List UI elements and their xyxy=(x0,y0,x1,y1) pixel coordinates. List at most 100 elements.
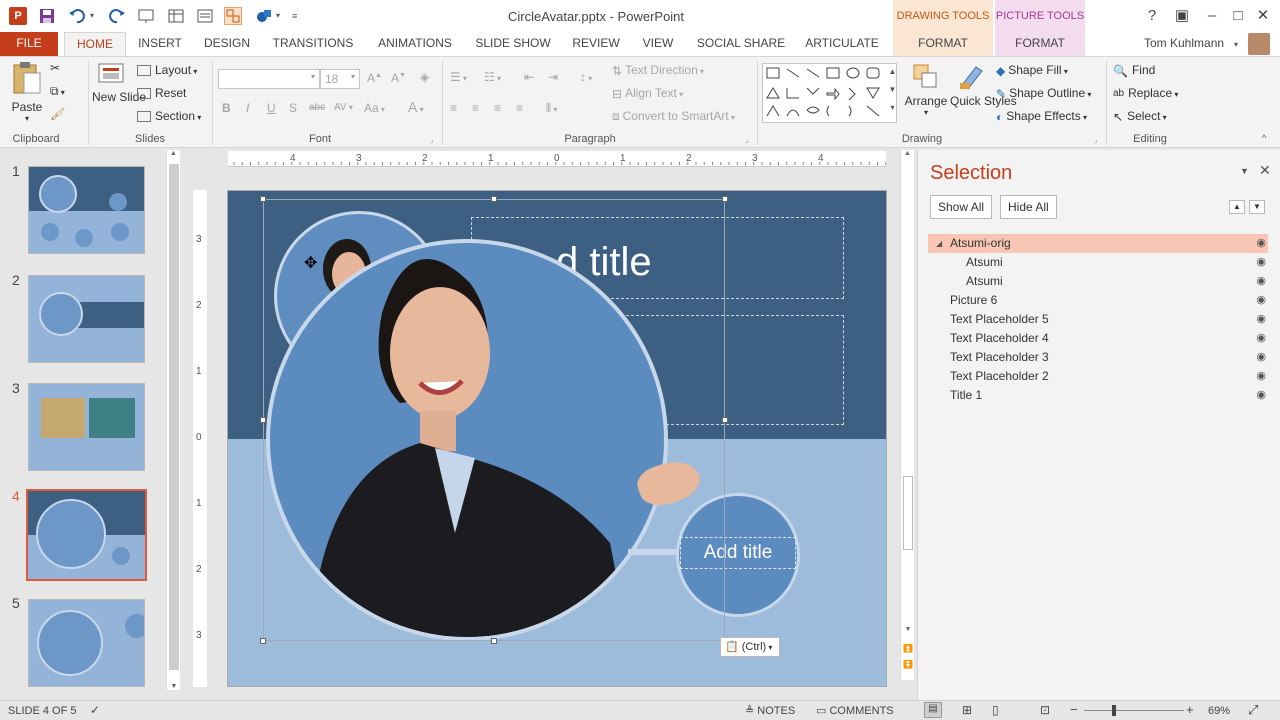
fit-to-window-icon[interactable]: ⤢ xyxy=(1248,702,1258,718)
new-slide-button[interactable]: New Slide xyxy=(92,61,146,104)
align-text-button[interactable]: ⊟ Align Text ▾ xyxy=(612,86,683,101)
grow-font-button[interactable]: A▲ xyxy=(367,71,382,85)
shape-outline-button[interactable]: ✎ Shape Outline ▾ xyxy=(996,86,1091,101)
visibility-eye-icon[interactable]: ◉ xyxy=(1256,386,1266,405)
resize-handle[interactable] xyxy=(722,417,728,423)
thumbnail-scrollbar[interactable]: ▲ ▼ xyxy=(166,150,180,690)
replace-button[interactable]: ab Replace ▾ xyxy=(1113,86,1178,100)
selection-item[interactable]: Text Placeholder 2 ◉ xyxy=(928,367,1268,386)
shapes-gallery[interactable] xyxy=(762,63,897,123)
selection-item[interactable]: Title 1 ◉ xyxy=(928,386,1268,405)
convert-smartart-button[interactable]: ⧈ Convert to SmartArt ▾ xyxy=(612,109,735,124)
select-button[interactable]: ↖ Select ▾ xyxy=(1113,109,1167,124)
font-size-combo[interactable]: 18 ▾ xyxy=(320,69,360,89)
selection-item[interactable]: Picture 6 ◉ xyxy=(928,291,1268,310)
next-slide-icon[interactable]: ⏬ xyxy=(901,660,915,669)
tab-file[interactable]: FILE xyxy=(0,32,58,56)
shape-fill-button[interactable]: ◆ Shape Fill ▾ xyxy=(996,63,1068,78)
section-button[interactable]: Section ▾ xyxy=(137,109,201,123)
user-name[interactable]: Tom Kuhlmann xyxy=(1144,36,1224,50)
vertical-ruler[interactable]: 3 2 1 0 1 2 3 xyxy=(193,190,207,687)
selection-item[interactable]: Text Placeholder 5 ◉ xyxy=(928,310,1268,329)
selection-item[interactable]: Text Placeholder 4 ◉ xyxy=(928,329,1268,348)
reading-view-icon[interactable]: ▯ xyxy=(992,703,999,717)
pane-options-icon[interactable]: ▼ xyxy=(1240,166,1249,176)
arrange-button[interactable]: Arrange ▾ xyxy=(904,63,948,117)
collapse-ribbon-icon[interactable]: ^ xyxy=(1262,133,1266,143)
resize-handle[interactable] xyxy=(260,638,266,644)
visibility-eye-icon[interactable]: ◉ xyxy=(1256,348,1266,367)
decrease-indent-icon[interactable]: ⇤ xyxy=(524,70,534,84)
close-icon[interactable]: ✕ xyxy=(1253,6,1273,26)
send-backward-icon[interactable]: ▼ xyxy=(1249,200,1265,214)
resize-handle[interactable] xyxy=(722,196,728,202)
zoom-level[interactable]: 69% xyxy=(1208,705,1230,717)
comments-button[interactable]: ▭ COMMENTS xyxy=(816,704,894,717)
tab-design[interactable]: DESIGN xyxy=(196,32,258,56)
line-spacing-icon[interactable]: ↕ ▾ xyxy=(580,70,592,84)
text-direction-button[interactable]: ⇅ Text Direction ▾ xyxy=(612,63,704,78)
spelling-icon[interactable]: ✓ xyxy=(90,703,100,717)
paste-options-button[interactable]: 📋 (Ctrl) ▾ xyxy=(720,637,780,657)
drawing-dialog-launcher-icon[interactable]: ⌟ xyxy=(1094,135,1098,144)
scroll-down-icon[interactable]: ▼ xyxy=(167,683,181,690)
resize-handle[interactable] xyxy=(260,417,266,423)
font-name-combo[interactable]: ▾ xyxy=(218,69,320,89)
tab-animations[interactable]: ANIMATIONS xyxy=(370,32,460,56)
selection-item[interactable]: Text Placeholder 3 ◉ xyxy=(928,348,1268,367)
pane-close-icon[interactable]: ✕ xyxy=(1259,162,1271,179)
align-left-icon[interactable]: ≡ xyxy=(450,101,457,115)
slide-thumbnail-1[interactable] xyxy=(28,166,145,254)
shapes-gallery-scroll[interactable]: ▲ ▼ ▾ xyxy=(887,63,898,123)
visibility-eye-icon[interactable]: ◉ xyxy=(1256,234,1266,253)
selection-item[interactable]: Atsumi ◉ xyxy=(928,253,1268,272)
horizontal-ruler[interactable]: 4 3 2 1 0 1 2 3 4 xyxy=(228,151,886,167)
user-dropdown-icon[interactable]: ▾ xyxy=(1234,40,1238,49)
tab-transitions[interactable]: TRANSITIONS xyxy=(266,32,360,56)
selection-item[interactable]: Atsumi ◉ xyxy=(928,272,1268,291)
visibility-eye-icon[interactable]: ◉ xyxy=(1256,253,1266,272)
visibility-eye-icon[interactable]: ◉ xyxy=(1256,272,1266,291)
tab-review[interactable]: REVIEW xyxy=(566,32,626,56)
character-spacing-button[interactable]: AV ▾ xyxy=(334,102,353,113)
zoom-slider-thumb[interactable] xyxy=(1112,705,1116,716)
slideshow-view-icon[interactable]: ⊡ xyxy=(1040,703,1050,717)
tab-drawing-format[interactable]: FORMAT xyxy=(893,32,993,56)
bold-button[interactable]: B xyxy=(222,101,231,115)
show-all-button[interactable]: Show All xyxy=(930,195,993,219)
visibility-eye-icon[interactable]: ◉ xyxy=(1256,329,1266,348)
minimize-icon[interactable]: – xyxy=(1202,6,1222,26)
zoom-slider[interactable] xyxy=(1084,710,1184,711)
zoom-out-icon[interactable]: − xyxy=(1070,702,1078,717)
maximize-icon[interactable]: □ xyxy=(1228,6,1248,26)
slide-thumbnail-2[interactable] xyxy=(28,275,145,363)
text-shadow-button[interactable]: S xyxy=(289,101,297,115)
tab-view[interactable]: VIEW xyxy=(636,32,680,56)
help-button[interactable]: ? xyxy=(1142,6,1162,26)
slide-thumbnail-4[interactable] xyxy=(26,489,147,581)
zoom-in-icon[interactable]: + xyxy=(1186,702,1194,717)
selection-frame[interactable] xyxy=(263,199,725,641)
avatar[interactable] xyxy=(1248,33,1270,55)
resize-handle[interactable] xyxy=(260,196,266,202)
slide-thumbnail-5[interactable] xyxy=(28,599,145,687)
align-right-icon[interactable]: ≡ xyxy=(494,101,501,115)
notes-button[interactable]: ≜ NOTES xyxy=(745,704,795,717)
find-button[interactable]: 🔍 Find xyxy=(1113,63,1155,78)
hide-all-button[interactable]: Hide All xyxy=(1000,195,1057,219)
increase-indent-icon[interactable]: ⇥ xyxy=(548,70,558,84)
slide-scrollbar[interactable]: ▲ ▼ ⏫ ⏬ xyxy=(900,150,914,680)
tab-articulate[interactable]: ARTICULATE xyxy=(800,32,884,56)
slide-canvas[interactable]: d title Add title ↻ 📋 (Ctrl) ▾ xyxy=(227,190,887,687)
quick-styles-button[interactable]: Quick Styles xyxy=(950,63,1017,108)
numbering-icon[interactable]: ☷ ▾ xyxy=(484,70,501,84)
previous-slide-icon[interactable]: ⏫ xyxy=(901,644,915,653)
change-case-button[interactable]: Aa ▾ xyxy=(364,101,385,115)
bullets-icon[interactable]: ☰ ▾ xyxy=(450,70,467,84)
clear-formatting-icon[interactable]: ◈ xyxy=(420,70,429,84)
align-center-icon[interactable]: ≡ xyxy=(472,101,479,115)
scroll-down-icon[interactable]: ▼ xyxy=(901,626,915,633)
strikethrough-button[interactable]: abc xyxy=(309,102,325,113)
slide-sorter-icon[interactable]: ⊞ xyxy=(962,703,972,717)
scroll-thumb[interactable] xyxy=(903,476,913,550)
